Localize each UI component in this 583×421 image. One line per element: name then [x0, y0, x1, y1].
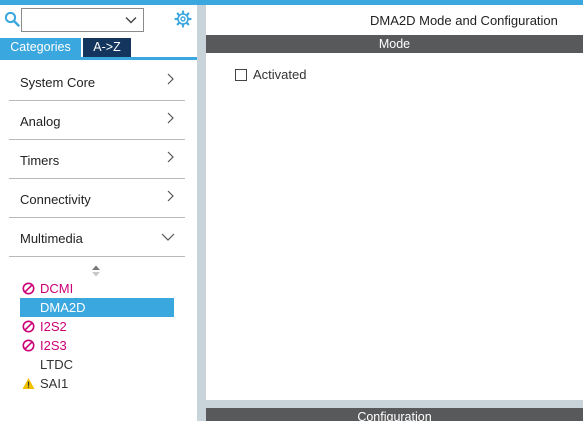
- peripheral-i2s3[interactable]: I2S3: [20, 336, 174, 355]
- tabs-underline: [0, 57, 197, 60]
- category-label: Multimedia: [20, 231, 83, 246]
- search-combobox[interactable]: [21, 8, 144, 32]
- chevron-right-icon: [167, 190, 174, 202]
- panel-splitter[interactable]: [197, 5, 206, 421]
- category-label: Connectivity: [20, 192, 91, 207]
- mode-section-header[interactable]: Mode: [206, 35, 583, 53]
- warning-icon: [22, 378, 35, 389]
- prohibited-icon: [22, 339, 35, 352]
- peripheral-ltdc[interactable]: LTDC: [20, 355, 174, 374]
- peripheral-label: LTDC: [40, 357, 73, 372]
- peripheral-i2s2[interactable]: I2S2: [20, 317, 174, 336]
- activated-label: Activated: [253, 67, 307, 82]
- chevron-right-icon: [167, 73, 174, 85]
- tab-a-z[interactable]: A->Z: [83, 38, 131, 57]
- prohibited-icon: [22, 282, 35, 295]
- category-label: Analog: [20, 114, 61, 129]
- right-panel: DMA2D Mode and Configuration Mode Activa…: [206, 5, 583, 421]
- category-label: Timers: [20, 153, 60, 168]
- category-system-core[interactable]: System Core: [9, 62, 185, 101]
- peripheral-dcmi[interactable]: DCMI: [20, 279, 174, 298]
- category-label: System Core: [20, 75, 96, 90]
- peripheral-label: I2S3: [40, 338, 67, 353]
- prohibited-icon: [22, 320, 35, 333]
- page-title: DMA2D Mode and Configuration: [370, 13, 558, 28]
- section-divider[interactable]: [206, 400, 583, 408]
- peripheral-label: DCMI: [40, 281, 74, 296]
- chevron-down-icon: [161, 233, 175, 241]
- peripheral-label: DMA2D: [40, 300, 86, 315]
- peripheral-label: SAI1: [40, 376, 69, 391]
- view-tabs: Categories A->Z: [0, 38, 197, 57]
- peripheral-dma2d[interactable]: DMA2D: [20, 298, 174, 317]
- chevron-down-icon[interactable]: [125, 15, 137, 25]
- peripheral-label: I2S2: [40, 319, 67, 334]
- chevron-right-icon: [167, 112, 174, 124]
- left-panel: Categories A->Z System Core Analog Timer…: [0, 5, 197, 421]
- chevron-right-icon: [167, 151, 174, 163]
- category-multimedia[interactable]: Multimedia: [9, 218, 185, 257]
- peripheral-sai1[interactable]: SAI1: [20, 374, 174, 393]
- gear-icon[interactable]: [174, 10, 192, 28]
- tab-categories[interactable]: Categories: [0, 38, 81, 57]
- category-timers[interactable]: Timers: [9, 140, 185, 179]
- category-analog[interactable]: Analog: [9, 101, 185, 140]
- category-connectivity[interactable]: Connectivity: [9, 179, 185, 218]
- activated-checkbox[interactable]: [235, 69, 247, 81]
- search-icon[interactable]: [4, 11, 20, 27]
- sort-icon[interactable]: [91, 265, 101, 277]
- configuration-section-header[interactable]: Configuration: [206, 408, 583, 421]
